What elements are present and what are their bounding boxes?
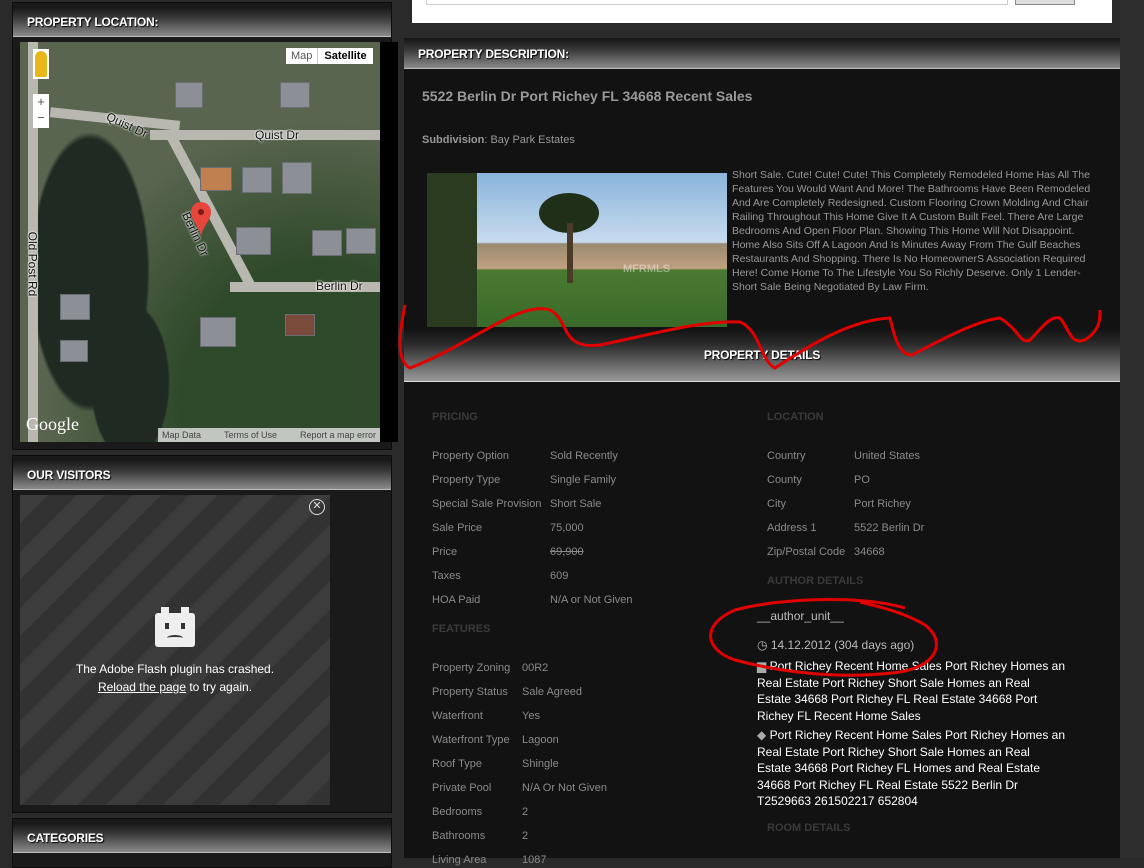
detail-label: Property Option bbox=[432, 450, 510, 462]
description-text: Short Sale. Cute! Cute! Cute! This Compl… bbox=[732, 169, 1091, 293]
map-type-map-button[interactable]: Map bbox=[286, 48, 319, 64]
detail-label: Property Zoning bbox=[432, 662, 511, 674]
detail-value: 34668 bbox=[854, 546, 885, 558]
detail-label: Property Status bbox=[432, 686, 508, 698]
detail-label: Waterfront Type bbox=[432, 734, 510, 746]
search-box bbox=[412, 0, 1112, 23]
detail-value: 5522 Berlin Dr bbox=[854, 522, 925, 534]
detail-value: 2 bbox=[522, 830, 529, 842]
detail-value: N/A Or Not Given bbox=[522, 782, 607, 794]
pegman-icon[interactable] bbox=[33, 49, 49, 79]
detail-value: N/A or Not Given bbox=[550, 594, 633, 606]
map-pin-icon[interactable] bbox=[191, 202, 211, 236]
author-name[interactable]: __author_unit__ bbox=[757, 608, 1067, 625]
detail-value: PO bbox=[854, 474, 870, 486]
detail-label: Zip/Postal Code bbox=[767, 546, 846, 558]
detail-label: Special Sale Provision bbox=[432, 498, 542, 510]
post-tags: ◆ Port Richey Recent Home Sales Port Ric… bbox=[757, 728, 1066, 808]
detail-value: United States bbox=[854, 450, 921, 462]
detail-value: Lagoon bbox=[522, 734, 559, 746]
detail-value: 609 bbox=[550, 570, 569, 582]
detail-label: Taxes bbox=[432, 570, 461, 582]
detail-label: Living Area bbox=[432, 854, 487, 866]
map-footer: Map Data Terms of Use Report a map error bbox=[158, 428, 380, 442]
street-label: Berlin Dr bbox=[316, 279, 363, 293]
detail-label: Sale Price bbox=[432, 522, 483, 534]
detail-label: Country bbox=[767, 450, 806, 462]
detail-value: 69,900 bbox=[550, 546, 584, 558]
google-logo[interactable]: Google bbox=[26, 414, 79, 435]
detail-label: County bbox=[767, 474, 802, 486]
detail-value: 75,000 bbox=[550, 522, 584, 534]
street-label: Old Post Rd bbox=[25, 231, 40, 297]
property-map[interactable]: Quist Dr Quist Dr Berlin Dr Berlin Dr Ol… bbox=[20, 42, 380, 442]
detail-label: City bbox=[767, 498, 786, 510]
detail-label: Address 1 bbox=[767, 522, 817, 534]
property-title: 5522 Berlin Dr Port Richey FL 34668 Rece… bbox=[422, 88, 753, 104]
detail-label: Waterfront bbox=[432, 710, 483, 722]
folder-icon: ▆ bbox=[757, 659, 770, 673]
clock-icon: ◷ bbox=[757, 638, 771, 652]
section-title-pricing: PRICING bbox=[432, 411, 478, 423]
section-title-room: ROOM DETAILS bbox=[767, 822, 851, 834]
detail-value: 1087 bbox=[522, 854, 547, 866]
detail-value: Single Family bbox=[550, 474, 617, 486]
panel-title: PROPERTY LOCATION: bbox=[13, 6, 391, 37]
detail-label: Roof Type bbox=[432, 758, 482, 770]
map-type-satellite-button[interactable]: Satellite bbox=[318, 48, 373, 64]
detail-value: Port Richey bbox=[854, 498, 911, 510]
detail-value: Sold Recently bbox=[550, 450, 618, 462]
photo-watermark: MFRMLS bbox=[623, 263, 671, 275]
detail-value: Short Sale bbox=[550, 498, 602, 510]
zoom-control: + − bbox=[33, 94, 49, 128]
zoom-in-button[interactable]: + bbox=[33, 94, 49, 110]
detail-value: Shingle bbox=[522, 758, 559, 770]
post-date: ◷ 14.12.2012 (304 days ago) bbox=[757, 638, 915, 652]
post-categories: ▆ Port Richey Recent Home Sales Port Ric… bbox=[757, 659, 1066, 723]
search-input[interactable] bbox=[426, 0, 1008, 5]
search-button[interactable] bbox=[1015, 0, 1075, 5]
report-error-link[interactable]: Report a map error bbox=[300, 430, 376, 440]
terms-link[interactable]: Terms of Use bbox=[224, 430, 277, 440]
detail-label: Price bbox=[432, 546, 458, 558]
tag-icon: ◆ bbox=[757, 728, 770, 742]
detail-label: Private Pool bbox=[432, 782, 492, 794]
panel-title: PROPERTY DESCRIPTION: bbox=[404, 38, 1120, 69]
detail-value: 2 bbox=[522, 806, 529, 818]
detail-value: Yes bbox=[522, 710, 540, 722]
broken-plugin-icon bbox=[155, 607, 195, 647]
flash-crash-area: ✕ The Adobe Flash plugin has crashed. Re… bbox=[20, 495, 330, 805]
detail-label: Bedrooms bbox=[432, 806, 483, 818]
property-photo[interactable]: MFRMLS bbox=[427, 173, 727, 327]
section-title-features: FEATURES bbox=[432, 623, 491, 635]
section-title-location: LOCATION bbox=[767, 411, 824, 423]
detail-value: Sale Agreed bbox=[522, 686, 582, 698]
map-type-control: Map Satellite bbox=[286, 48, 373, 64]
zoom-out-button[interactable]: − bbox=[33, 110, 49, 126]
close-icon[interactable]: ✕ bbox=[309, 499, 325, 515]
map-data-link[interactable]: Map Data bbox=[162, 430, 201, 440]
detail-label: Bathrooms bbox=[432, 830, 486, 842]
property-details-header: PROPERTY DETAILS bbox=[404, 328, 1120, 382]
reload-page-link[interactable]: Reload the page bbox=[98, 680, 186, 694]
flash-crash-message: The Adobe Flash plugin has crashed. bbox=[75, 662, 275, 676]
section-title-author: AUTHOR DETAILS bbox=[767, 575, 864, 587]
street-label: Quist Dr bbox=[104, 109, 150, 141]
panel-title: CATEGORIES bbox=[13, 822, 391, 853]
street-label: Quist Dr bbox=[255, 128, 300, 142]
categories-panel: CATEGORIES bbox=[12, 818, 392, 868]
subdivision: Subdivision: Bay Park Estates bbox=[422, 134, 575, 146]
detail-label: Property Type bbox=[432, 474, 501, 486]
reload-suffix: to try again. bbox=[186, 680, 253, 694]
detail-value: 00R2 bbox=[522, 662, 549, 674]
detail-label: HOA Paid bbox=[432, 594, 481, 606]
panel-title: OUR VISITORS bbox=[13, 459, 391, 490]
